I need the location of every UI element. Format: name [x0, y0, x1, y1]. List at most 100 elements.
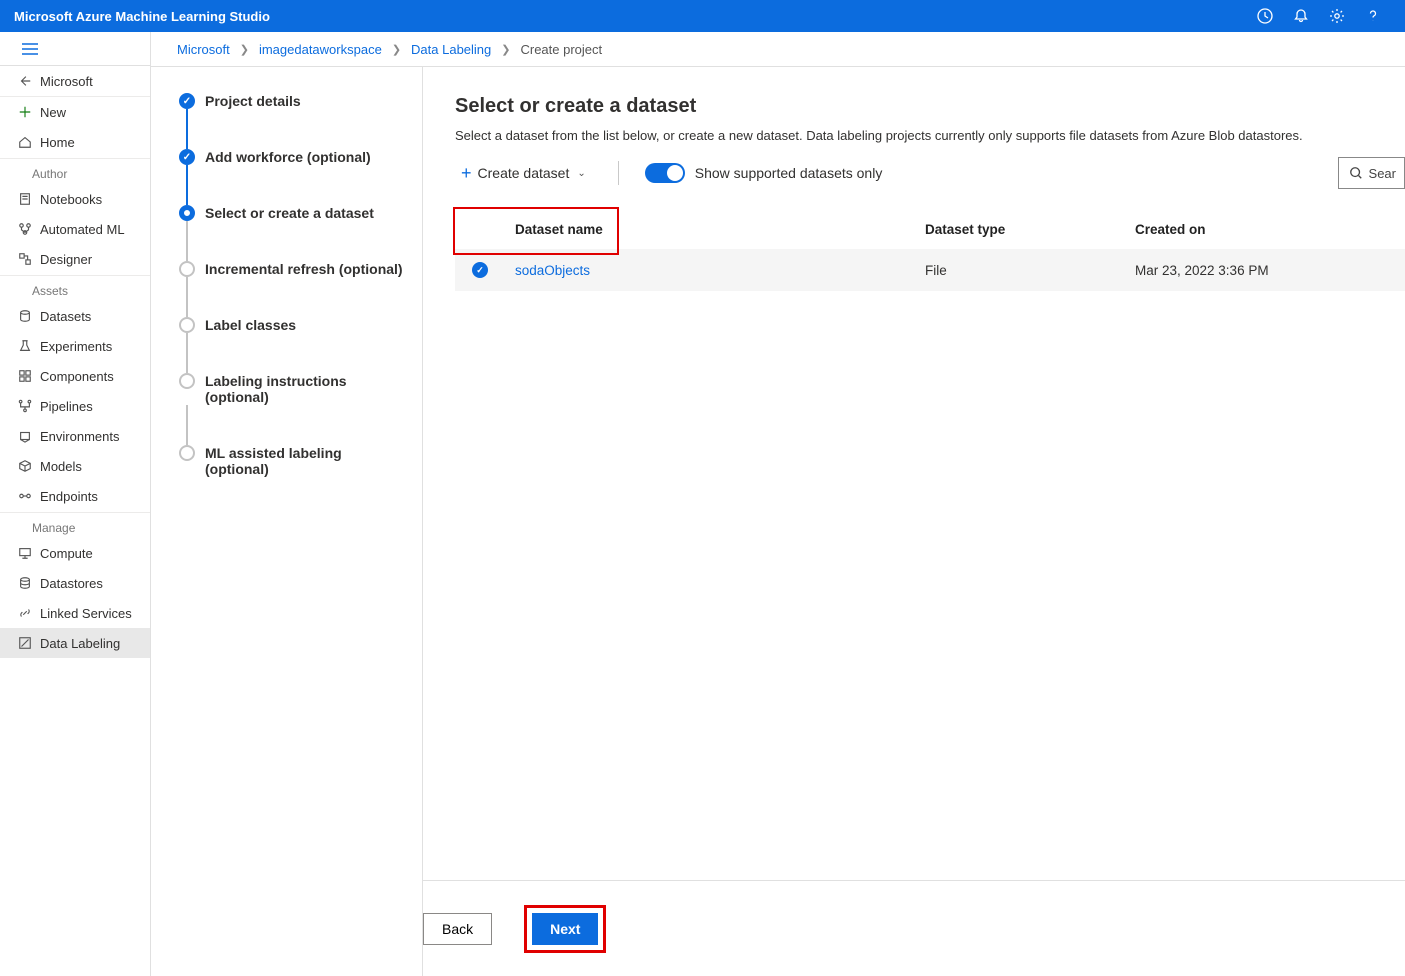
step-pending-icon: [179, 445, 195, 461]
nav-label: Pipelines: [40, 399, 140, 414]
toggle-label: Show supported datasets only: [695, 165, 883, 181]
top-app-bar: Microsoft Azure Machine Learning Studio: [0, 0, 1405, 32]
nav-linked-services[interactable]: Linked Services: [0, 598, 150, 628]
nav-compute[interactable]: Compute: [0, 538, 150, 568]
page-heading: Select or create a dataset: [455, 95, 1405, 118]
nav-datasets[interactable]: Datasets: [0, 301, 150, 331]
step-connector: [186, 221, 188, 261]
nav-label: Environments: [40, 429, 140, 444]
step-pending-icon: [179, 317, 195, 333]
nav-back-directory[interactable]: Microsoft: [0, 66, 150, 96]
step-label: Label classes: [205, 317, 296, 333]
step-select-dataset[interactable]: Select or create a dataset: [179, 205, 408, 221]
nav-new[interactable]: New: [0, 97, 150, 127]
notebook-icon: [18, 192, 40, 206]
toolbar-divider: [618, 161, 619, 185]
hamburger-icon[interactable]: [0, 32, 150, 66]
step-project-details[interactable]: Project details: [179, 93, 408, 109]
nav-label: Designer: [40, 252, 140, 267]
dataset-toolbar: + Create dataset ⌄ Show supported datase…: [455, 155, 1405, 191]
experiments-icon: [18, 339, 40, 353]
step-label-classes[interactable]: Label classes: [179, 317, 408, 333]
dataset-link[interactable]: sodaObjects: [515, 263, 590, 278]
step-connector: [186, 165, 188, 205]
home-icon: [18, 135, 40, 149]
row-selected-icon[interactable]: [472, 262, 488, 278]
step-label: Select or create a dataset: [205, 205, 374, 221]
annotation-highlight: Next: [524, 905, 606, 953]
nav-data-labeling[interactable]: Data Labeling: [0, 628, 150, 658]
search-icon: [1349, 166, 1363, 180]
app-title: Microsoft Azure Machine Learning Studio: [14, 9, 270, 24]
nav-models[interactable]: Models: [0, 451, 150, 481]
compute-icon: [18, 546, 40, 560]
automl-icon: [18, 222, 40, 236]
step-ml-assisted-labeling[interactable]: ML assisted labeling (optional): [179, 445, 408, 477]
notifications-icon[interactable]: [1283, 0, 1319, 32]
nav-label: Compute: [40, 546, 140, 561]
datasets-table: Dataset name Dataset type Created on sod…: [455, 209, 1405, 291]
step-labeling-instructions[interactable]: Labeling instructions (optional): [179, 373, 408, 405]
left-navigation: Microsoft New Home Author Notebooks Auto…: [0, 32, 151, 976]
nav-home[interactable]: Home: [0, 127, 150, 157]
pipelines-icon: [18, 399, 40, 413]
recent-icon[interactable]: [1247, 0, 1283, 32]
dataset-type-cell: File: [925, 263, 1135, 278]
breadcrumb: Microsoft ❯ imagedataworkspace ❯ Data La…: [151, 32, 1405, 67]
nav-back-label: Microsoft: [40, 74, 140, 89]
breadcrumb-item[interactable]: Data Labeling: [411, 42, 491, 57]
nav-datastores[interactable]: Datastores: [0, 568, 150, 598]
nav-endpoints[interactable]: Endpoints: [0, 481, 150, 511]
breadcrumb-item[interactable]: imagedataworkspace: [259, 42, 382, 57]
chevron-right-icon: ❯: [392, 43, 401, 56]
back-button[interactable]: Back: [423, 913, 492, 945]
nav-automated-ml[interactable]: Automated ML: [0, 214, 150, 244]
chevron-down-icon: ⌄: [577, 168, 585, 179]
table-row[interactable]: sodaObjects File Mar 23, 2022 3:36 PM: [455, 249, 1405, 291]
col-dataset-type[interactable]: Dataset type: [925, 222, 1135, 237]
models-icon: [18, 459, 40, 473]
nav-environments[interactable]: Environments: [0, 421, 150, 451]
nav-pipelines[interactable]: Pipelines: [0, 391, 150, 421]
search-placeholder: Sear: [1369, 166, 1396, 181]
breadcrumb-current: Create project: [520, 42, 602, 57]
create-dataset-button[interactable]: + Create dataset ⌄: [455, 159, 592, 188]
datasets-icon: [18, 309, 40, 323]
wizard-steps: Project details Add workforce (optional)…: [151, 67, 423, 976]
nav-components[interactable]: Components: [0, 361, 150, 391]
supported-datasets-toggle[interactable]: [645, 163, 685, 183]
data-labeling-icon: [18, 636, 40, 650]
step-connector: [186, 333, 188, 373]
help-icon[interactable]: [1355, 0, 1391, 32]
nav-notebooks[interactable]: Notebooks: [0, 184, 150, 214]
step-add-workforce[interactable]: Add workforce (optional): [179, 149, 408, 165]
step-label: Add workforce (optional): [205, 149, 371, 165]
step-connector: [186, 109, 188, 149]
environments-icon: [18, 429, 40, 443]
nav-designer[interactable]: Designer: [0, 244, 150, 274]
col-created-on[interactable]: Created on: [1135, 222, 1405, 237]
nav-label: Endpoints: [40, 489, 140, 504]
plus-icon: [18, 105, 40, 119]
nav-label: Models: [40, 459, 140, 474]
page-description: Select a dataset from the list below, or…: [455, 128, 1405, 143]
nav-section-assets: Assets: [0, 275, 150, 301]
components-icon: [18, 369, 40, 383]
nav-experiments[interactable]: Experiments: [0, 331, 150, 361]
annotation-highlight: [453, 207, 619, 255]
nav-new-label: New: [40, 105, 140, 120]
breadcrumb-item[interactable]: Microsoft: [177, 42, 230, 57]
nav-label: Datasets: [40, 309, 140, 324]
create-dataset-label: Create dataset: [478, 165, 570, 181]
step-label: ML assisted labeling (optional): [205, 445, 408, 477]
endpoints-icon: [18, 489, 40, 503]
next-button[interactable]: Next: [532, 913, 598, 945]
step-incremental-refresh[interactable]: Incremental refresh (optional): [179, 261, 408, 277]
nav-label: Datastores: [40, 576, 140, 591]
step-label: Project details: [205, 93, 301, 109]
settings-icon[interactable]: [1319, 0, 1355, 32]
step-label: Incremental refresh (optional): [205, 261, 403, 277]
search-input[interactable]: Sear: [1338, 157, 1405, 189]
dataset-created-cell: Mar 23, 2022 3:36 PM: [1135, 263, 1405, 278]
back-icon: [18, 74, 40, 88]
